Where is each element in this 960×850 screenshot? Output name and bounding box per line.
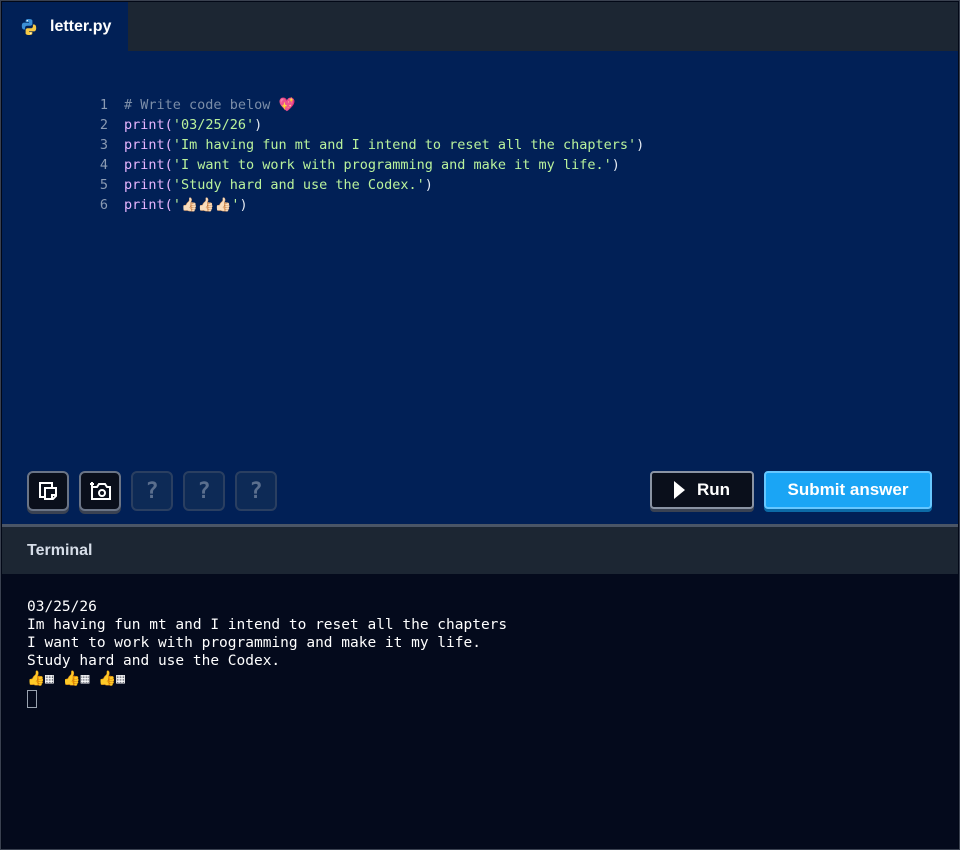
code-lines[interactable]: 1 # Write code below 💖 2 print('03/25/26')… — [2, 75, 645, 213]
question-mark-icon: ? — [145, 478, 159, 504]
code-function: print( — [124, 177, 173, 193]
terminal-output-panel[interactable]: 03/25/26 Im having fun mt and I intend t… — [2, 574, 958, 849]
terminal-header: Terminal — [2, 527, 958, 574]
line-number: 5 — [99, 177, 109, 193]
code-string: '👍🏻👍🏻👍🏻' — [172, 197, 240, 213]
code-string: '03/25/26' — [172, 117, 255, 133]
terminal-line: 03/25/26 — [27, 599, 97, 615]
line-number: 4 — [99, 157, 109, 173]
terminal-cursor — [27, 690, 37, 708]
locked-help-button[interactable]: ? — [131, 471, 173, 511]
question-mark-icon: ? — [249, 478, 263, 504]
code-paren: ) — [239, 197, 248, 213]
screenshot-button[interactable] — [79, 471, 121, 511]
camera-plus-icon — [90, 482, 111, 500]
submit-label: Submit answer — [787, 480, 909, 499]
run-label: Run — [696, 480, 731, 499]
code-function: print( — [124, 157, 173, 173]
terminal-line: Im having fun mt and I intend to reset a… — [27, 617, 508, 633]
terminal-title: Terminal — [27, 541, 93, 559]
code-function: print( — [124, 197, 173, 213]
locked-help-button[interactable]: ? — [235, 471, 277, 511]
code-function: print( — [124, 137, 173, 153]
locked-help-button[interactable]: ? — [183, 471, 225, 511]
submit-answer-button[interactable]: Submit answer — [764, 471, 932, 509]
code-string: 'I want to work with programming and mak… — [172, 157, 612, 173]
code-string: 'Study hard and use the Codex.' — [172, 177, 425, 193]
run-button[interactable]: Run — [650, 471, 754, 509]
tab-filename: letter.py — [50, 17, 112, 35]
code-paren: ) — [254, 117, 263, 133]
code-function: print( — [124, 117, 173, 133]
question-mark-icon: ? — [197, 478, 211, 504]
terminal-line: I want to work with programming and make… — [27, 635, 481, 651]
code-paren: ) — [636, 137, 645, 153]
tab-letter-py[interactable]: letter.py — [2, 2, 128, 51]
copy-button[interactable] — [27, 471, 69, 511]
line-number: 2 — [99, 117, 109, 133]
terminal-line: Study hard and use the Codex. — [27, 653, 281, 669]
line-number: 6 — [99, 197, 109, 213]
code-string: 'Im having fun mt and I intend to reset … — [172, 137, 637, 153]
line-number: 1 — [99, 97, 109, 113]
play-icon — [673, 481, 685, 499]
code-paren: ) — [611, 157, 620, 173]
copy-icon — [39, 482, 57, 500]
python-logo-icon — [21, 18, 37, 35]
code-paren: ) — [424, 177, 433, 193]
terminal-line: 👍▦ 👍▦ 👍▦ — [27, 671, 125, 687]
terminal-output: 03/25/26 Im having fun mt and I intend t… — [27, 598, 508, 708]
code-editor[interactable]: 1 # Write code below 💖 2 print('03/25/26')… — [2, 51, 958, 524]
line-number: 3 — [99, 137, 109, 153]
terminal-cursor-line — [27, 688, 507, 708]
code-comment: # Write code below 💖 — [124, 97, 296, 113]
code-workspace: letter.py 1 # Write code below 💖 2 print('… — [0, 0, 960, 850]
tab-bar: letter.py — [2, 2, 958, 51]
code-line[interactable]: 1 # Write code below 💖 — [2, 75, 644, 113]
